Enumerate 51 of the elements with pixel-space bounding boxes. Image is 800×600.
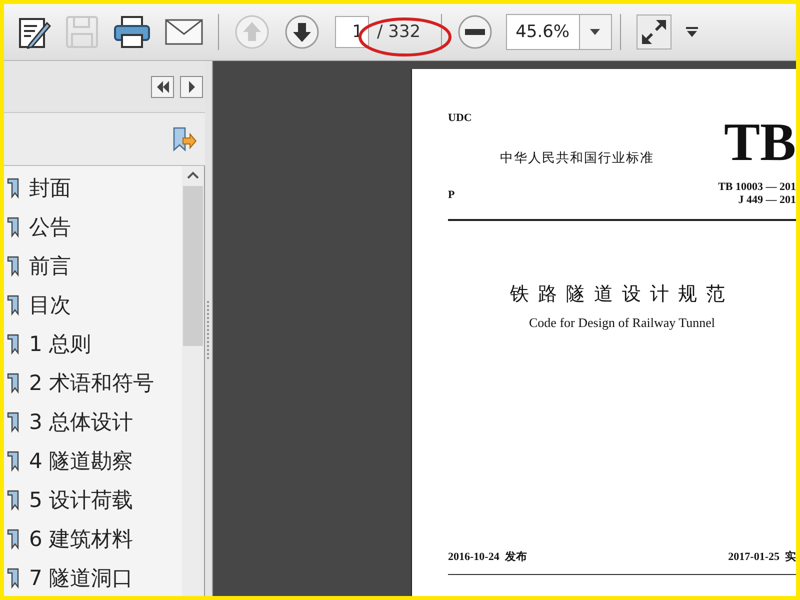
bookmark-item[interactable]: 公告: [29, 212, 71, 240]
effective-date: 2017-01-25 实: [728, 550, 796, 564]
bookmark-icon: [6, 450, 20, 472]
printer-icon[interactable]: [113, 15, 151, 49]
bookmark-icon: [6, 372, 20, 394]
zoom-value: 45.6%: [514, 21, 571, 44]
bookmark-icon: [6, 528, 20, 550]
bookmark-options-icon[interactable]: [171, 126, 197, 152]
standard-logo: TB: [724, 117, 796, 167]
zoom-out-icon[interactable]: [456, 14, 493, 50]
pen-document-icon[interactable]: [17, 15, 51, 49]
bookmark-item[interactable]: 3 总体设计: [29, 408, 134, 436]
bookmark-item[interactable]: 封面: [29, 174, 71, 202]
document-subtitle: Code for Design of Railway Tunnel: [528, 315, 716, 331]
class-mark: P: [448, 189, 455, 201]
bookmark-item[interactable]: 2 术语和符号: [29, 368, 154, 396]
issue-date: 2016-10-24 发布: [448, 550, 527, 564]
bookmark-icon: [6, 254, 20, 276]
bookmark-icon: [6, 216, 20, 238]
document-title: 铁路隧道设计规范: [509, 282, 735, 307]
standard-heading: 中华人民共和国行业标准: [500, 150, 654, 167]
bookmark-item[interactable]: 6 建筑材料: [29, 524, 134, 552]
bookmark-item[interactable]: 1 总则: [29, 330, 92, 358]
scrollbar-thumb[interactable]: [183, 186, 203, 346]
bookmark-item[interactable]: 4 隧道勘察: [29, 446, 134, 474]
expand-panel-button[interactable]: [180, 76, 203, 98]
collapse-panel-button[interactable]: [151, 76, 174, 98]
bookmark-icon: [6, 294, 20, 316]
bookmark-icon: [6, 566, 20, 588]
standard-code: J 449 — 201: [738, 194, 796, 207]
standard-code: TB 10003 — 201: [718, 181, 796, 194]
bookmark-item[interactable]: 前言: [29, 252, 71, 280]
expand-arrows-icon[interactable]: [636, 14, 672, 50]
caret-icon: [590, 29, 600, 35]
bookmark-item[interactable]: 7 隧道洞口: [29, 564, 134, 592]
page-count: / 332: [377, 22, 421, 42]
zoom-field[interactable]: 45.6%: [506, 14, 612, 50]
caret-icon: [686, 27, 698, 37]
envelope-icon[interactable]: [165, 19, 203, 45]
zoom-dropdown-button[interactable]: [578, 15, 611, 49]
bookmark-icon: [6, 332, 20, 354]
bookmark-icon: [6, 176, 20, 198]
right-arrow-icon: [188, 80, 196, 92]
bookmark-item[interactable]: 目次: [29, 290, 71, 318]
grip-dots-icon: [207, 301, 210, 361]
bookmark-icon: [6, 488, 20, 510]
bookmark-item[interactable]: 5 设计荷载: [29, 486, 134, 514]
udc-label: UDC: [448, 111, 472, 125]
more-tools-button[interactable]: [686, 27, 698, 37]
double-left-arrow-icon: [156, 80, 170, 92]
bookmark-icon: [6, 410, 20, 432]
